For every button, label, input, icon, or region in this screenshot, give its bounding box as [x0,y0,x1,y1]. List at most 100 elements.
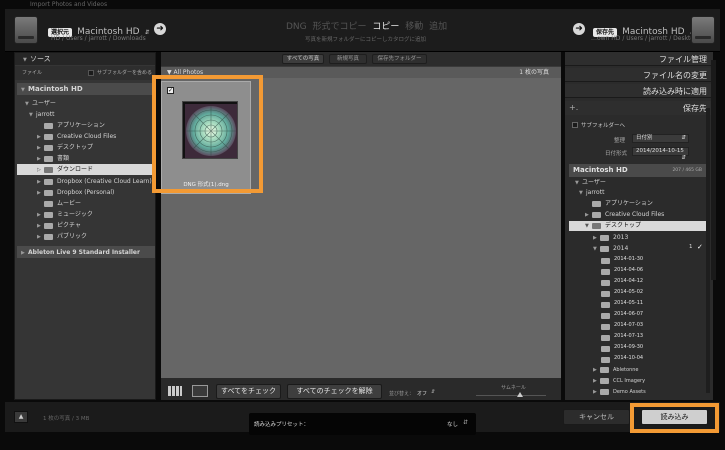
folder-icon [601,346,610,352]
mode-copy[interactable]: コピー [372,22,399,32]
dest-folder-2013[interactable]: ▶ 2013 [593,233,628,243]
folder-2014-count: 1 [689,244,693,250]
date-folder[interactable]: 2014-06-07 [614,311,643,317]
import-summary: 1 枚の写真 / 3 MB [43,416,90,422]
tab-dest-folders[interactable]: 保存先フォルダー [372,54,427,64]
folder-music[interactable]: ▶ ミュージック [37,210,93,220]
mode-move[interactable]: 移動 [405,22,423,32]
thumbnail-slider-track[interactable] [476,395,546,396]
check-all-button[interactable]: すべてをチェック [216,384,281,399]
date-folder[interactable]: 2014-01-30 [614,256,643,262]
date-format-label: 日付形式 [605,151,628,157]
folder-icon [600,245,609,252]
folder-icon [592,211,601,218]
date-folder[interactable]: 2014-04-12 [614,278,643,284]
tab-all-photos[interactable]: すべての写真 [282,54,324,64]
tree-users[interactable]: ▼ ユーザー [25,99,56,109]
tree-user[interactable]: ▼ jarrott [29,110,54,120]
folder-icon [44,144,53,151]
folder-icon [592,200,601,207]
loupe-view-icon[interactable] [192,385,208,397]
dest-folder-creative-cloud[interactable]: ▶ Creative Cloud Files [585,210,664,220]
date-format-dropdown[interactable]: 2014/2014-10-15 ⇵ [632,147,689,161]
thumbnail-slider-handle[interactable] [517,392,523,397]
window-title: Import Photos and Videos [30,1,108,8]
preset-label: 読み込みプリセット： [254,422,310,428]
import-button-highlight [630,403,719,433]
folder-movies[interactable]: ムービー [37,199,81,208]
date-folder[interactable]: 2014-04-06 [614,267,643,273]
date-folder[interactable]: 2014-05-11 [614,300,643,306]
dest-tree-users[interactable]: ▼ ユーザー [575,178,606,188]
date-folder[interactable]: 2014-07-03 [614,322,643,328]
right-scrollbar[interactable] [711,60,716,280]
mode-add[interactable]: 追加 [429,22,447,32]
file-rename-section[interactable]: ファイル名の変更 [565,68,713,82]
tab-new-photos[interactable]: 新規写真 [329,54,367,64]
dest-folder-2014[interactable]: ▼ 2014 [593,244,628,254]
volume-macintosh-hd[interactable]: ▼ Macintosh HD [21,85,83,95]
folder-icon [601,269,610,275]
arrow-right-icon: ➜ [573,23,585,35]
source-panel: ▼ ソース ファイル サブフォルダーを含める ▼ Macintosh HD ▼ ユーザ… [14,52,156,400]
import-preset-bar: 読み込みプリセット： なし ⇵ [249,413,476,435]
mode-dng[interactable]: DNG 形式でコピー [286,22,367,32]
folder-icon [44,222,53,229]
cancel-button[interactable]: キャンセル [563,409,630,425]
include-subfolders-checkbox[interactable] [88,70,94,76]
folder-icon [601,302,610,308]
folder-icon [44,178,53,185]
uncheck-all-button[interactable]: すべてのチェックを解除 [287,384,382,399]
dest-folder-demo-assets[interactable]: ▶ Demo Assets [593,388,646,397]
folder-icon [601,313,610,319]
folder-icon [592,222,601,229]
date-folder[interactable]: 2014-05-02 [614,289,643,295]
chevron-updown-icon: ⇵ [681,155,686,161]
apply-during-import-section[interactable]: 読み込み時に適用 [565,84,713,98]
folder-icon [44,133,53,140]
thumbnail-size-label: サムネール [501,385,526,391]
date-folder[interactable]: 2014-10-04 [614,355,643,361]
folder-icon [601,280,610,286]
source-panel-header[interactable]: ▼ ソース [15,53,155,65]
source-drive-icon[interactable] [14,16,38,44]
folder-icon [44,155,53,162]
date-folder[interactable]: 2014-09-30 [614,344,643,350]
dest-folder-abletonne[interactable]: ▶ Abletonne [593,366,639,375]
folder-icon [601,258,610,264]
file-handling-section[interactable]: ファイル管理 [565,52,713,66]
sort-dropdown[interactable]: オフ [417,390,427,397]
folder-documents[interactable]: ▶ 書類 [37,154,69,164]
folder-downloads[interactable]: ▷ ダウンロード [37,165,93,175]
grid-view-icon[interactable] [168,386,182,396]
source-path: HD / Users / jarrott / Downloads [51,35,146,42]
folder-creative-cloud[interactable]: ▶ Creative Cloud Files [37,132,116,142]
destination-section-header[interactable]: +. 保存先 [565,101,713,115]
into-subfolder-checkbox[interactable] [572,122,578,128]
collapse-up-icon[interactable]: ▲ [14,411,28,423]
date-folder[interactable]: 2014-07-13 [614,333,643,339]
sort-label: 並び替え： [389,391,415,397]
folder-dropbox-ccl[interactable]: ▶ Dropbox (Creative Cloud Learn) [37,177,152,187]
folder-icon [44,122,53,129]
folder-icon [44,166,53,173]
preset-dropdown[interactable]: なし [447,420,458,428]
folder-icon [44,189,53,196]
grid-toolbar: すべてをチェック すべてのチェックを解除 並び替え： オフ ⇵ サムネール [161,378,561,400]
folder-applications[interactable]: アプリケーション [37,121,105,130]
organize-dropdown[interactable]: 日付別 ⇵ [632,134,689,143]
volume-ableton[interactable]: ▶ Ableton Live 9 Standard Installer [21,248,140,258]
folder-pictures[interactable]: ▶ ピクチャ [37,221,81,231]
dest-folder-desktop[interactable]: ▼ デスクトップ [585,221,641,231]
arrow-right-icon: ➜ [154,23,166,35]
dest-tree-user[interactable]: ▼ jarrott [579,188,604,198]
dest-volume-row[interactable]: Macintosh HD 207 / 465 GB [569,164,708,177]
dest-folder-applications[interactable]: アプリケーション [585,199,653,208]
folder-public[interactable]: ▶ パブリック [37,232,87,242]
dest-drive-icon[interactable] [691,16,715,44]
folder-desktop[interactable]: ▶ デスクトップ [37,143,93,153]
dest-scrollbar[interactable] [706,108,710,393]
add-folder-icon[interactable]: +. [569,103,578,112]
dest-folder-ccl-imagery[interactable]: ▶ CCL Imagery [593,377,645,386]
folder-dropbox-personal[interactable]: ▶ Dropbox (Personal) [37,188,114,198]
